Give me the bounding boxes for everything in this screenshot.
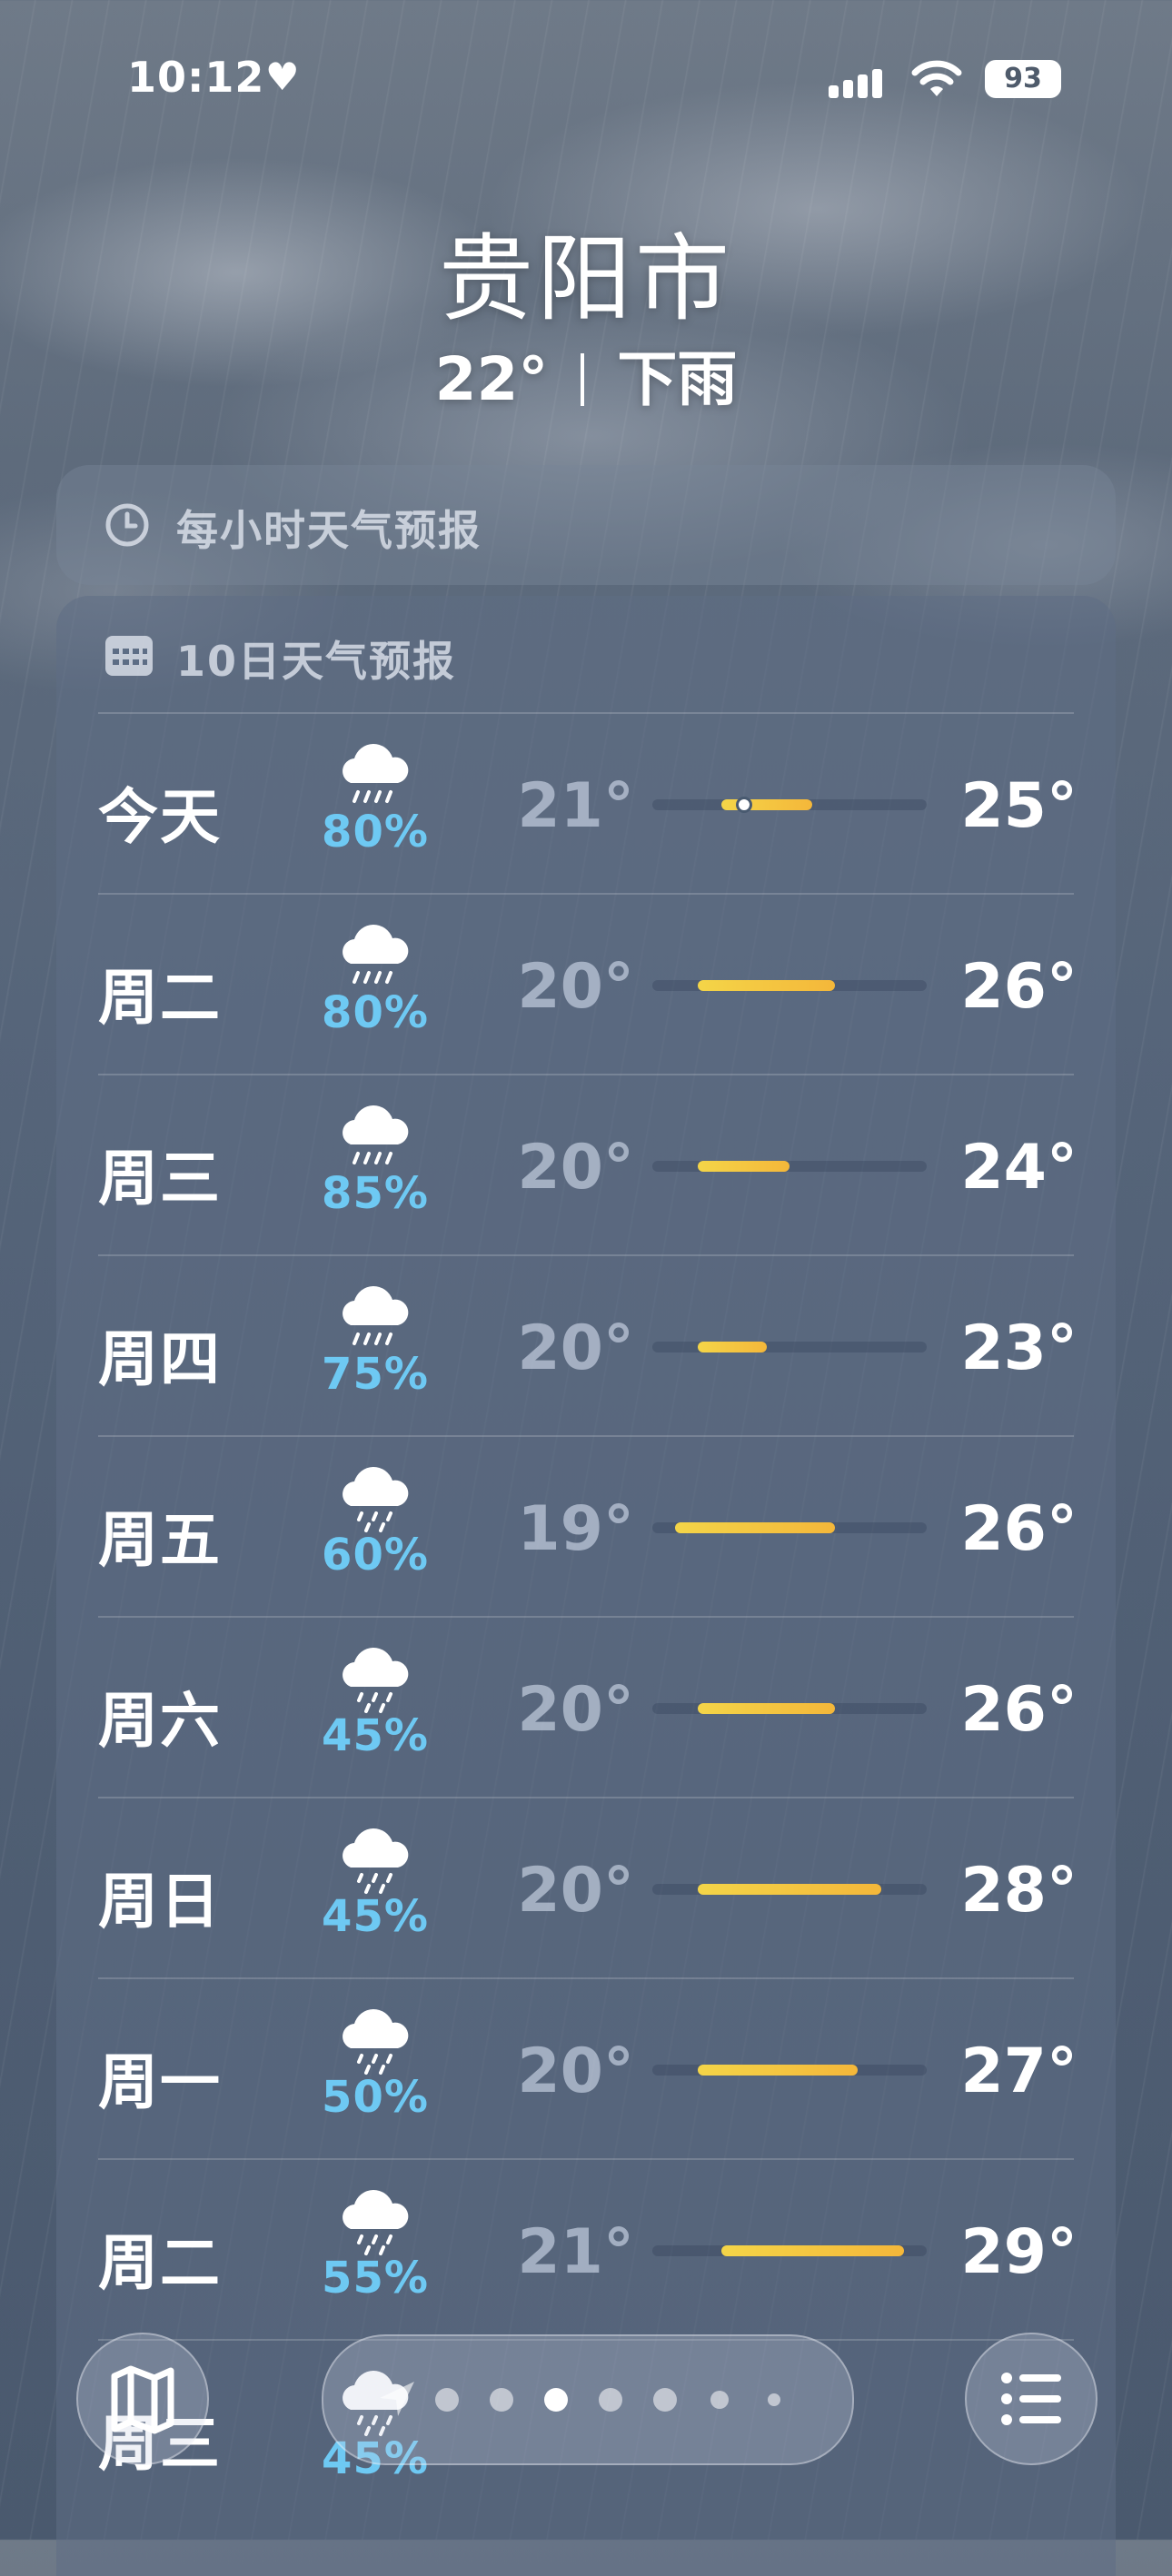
forecast-row[interactable]: 周一 50% 20° 27° [98,1977,1078,2159]
high-temperature: 24° [960,1132,1078,1204]
ten-day-forecast-title: 10日天气预报 [176,637,457,686]
map-button[interactable] [76,2333,209,2465]
low-temperature: 20° [517,1313,634,1384]
low-temperature: 20° [517,1674,634,1746]
precipitation-chance: 80% [322,807,429,857]
temperature-range-track [652,2065,927,2076]
low-temperature: 19° [517,1493,634,1565]
page-dot[interactable] [490,2388,513,2412]
list-icon [1001,2373,1061,2425]
low-temperature: 21° [517,2216,634,2288]
temperature-range-bar [698,1703,836,1714]
low-temperature: 20° [517,1855,634,1927]
forecast-day: 周二 [98,2228,222,2298]
precipitation-chance: 50% [322,2072,429,2123]
temperature-range-track [652,1161,927,1172]
forecast-row[interactable]: 周六 45% 20° 26° [98,1616,1078,1798]
high-temperature: 29° [960,2216,1078,2288]
precipitation-chance: 60% [322,1530,429,1580]
forecast-day: 周二 [98,963,222,1033]
forecast-day: 周日 [98,1867,222,1937]
precipitation-chance: 85% [322,1168,429,1219]
low-temperature: 20° [517,1132,634,1204]
temperature-range-bar [720,799,813,810]
battery-indicator: 93 [985,60,1061,98]
high-temperature: 26° [960,951,1078,1023]
page-dot[interactable] [768,2393,780,2406]
page-dot[interactable] [653,2388,677,2412]
high-temperature: 27° [960,2036,1078,2107]
page-dot[interactable] [544,2388,568,2412]
summary-divider [581,352,585,406]
page-dot[interactable] [435,2388,459,2412]
wifi-icon [911,60,962,96]
low-temperature: 20° [517,951,634,1023]
temperature-range-track [652,980,927,991]
forecast-day: 周五 [98,1505,222,1575]
temperature-range-track [652,1522,927,1533]
city-list-button[interactable] [965,2333,1098,2465]
temperature-range-bar [698,2065,859,2076]
high-temperature: 26° [960,1674,1078,1746]
map-icon [111,2365,174,2434]
current-temperature-marker [735,797,752,813]
low-temperature: 20° [517,2036,634,2107]
temperature-range-bar [698,1161,790,1172]
clock-icon [105,503,149,547]
forecast-row[interactable]: 周四 75% 20° 23° [98,1254,1078,1436]
low-temperature: 21° [517,770,634,842]
high-temperature: 25° [960,770,1078,842]
calendar-icon [105,636,153,676]
status-bar: 10:12 ♥ 93 [0,53,1172,107]
forecast-row[interactable]: 周二 55% 21° 29° [98,2158,1078,2340]
precipitation-chance: 80% [322,987,429,1038]
forecast-day: 周六 [98,1686,222,1756]
temperature-range-bar [698,1884,881,1895]
temperature-range-track [652,2245,927,2256]
temperature-range-track [652,797,927,813]
temperature-range-bar [720,2245,904,2256]
forecast-day: 周四 [98,1324,222,1394]
precipitation-chance: 75% [322,1349,429,1400]
page-dot[interactable] [710,2391,729,2409]
forecast-row[interactable]: 周三 85% 20° 24° [98,1074,1078,1255]
forecast-row[interactable]: 周日 45% 20° 28° [98,1797,1078,1978]
status-time: 10:12 [127,53,265,102]
location-arrow-icon [380,2382,414,2416]
precipitation-chance: 45% [322,1891,429,1942]
forecast-row[interactable]: 周二 80% 20° 26° [98,893,1078,1075]
hourly-forecast-card[interactable]: 每小时天气预报 [56,465,1116,585]
temperature-range-bar [698,980,836,991]
hourly-forecast-title: 每小时天气预报 [176,506,482,555]
current-summary: 22° 下雨 [0,331,1172,418]
precipitation-chance: 45% [322,1710,429,1761]
page-dot[interactable] [599,2388,622,2412]
forecast-row[interactable]: 周五 60% 19° 26° [98,1435,1078,1617]
forecast-day: 周一 [98,2047,222,2117]
heart-icon: ♥ [265,54,300,99]
cellular-signal-icon [829,65,892,98]
temperature-range-bar [675,1522,836,1533]
forecast-day: 周三 [98,1144,222,1214]
high-temperature: 23° [960,1313,1078,1384]
forecast-day: 今天 [98,782,222,852]
current-condition: 下雨 [617,344,738,414]
forecast-row[interactable]: 今天 80% 21° 25° [98,712,1078,894]
high-temperature: 28° [960,1855,1078,1927]
current-temperature: 22° [434,344,549,414]
precipitation-chance: 55% [322,2253,429,2304]
city-name: 贵阳市 [438,223,733,334]
temperature-range-bar [698,1342,767,1352]
page-indicator[interactable] [322,2334,854,2465]
ten-day-forecast-card[interactable]: 10日天气预报 今天 80% 21° 25° 周二 80% 20° 26° 周三 85% 20° 24… [56,596,1116,2576]
temperature-range-track [652,1884,927,1895]
high-temperature: 26° [960,1493,1078,1565]
temperature-range-track [652,1342,927,1352]
temperature-range-track [652,1703,927,1714]
